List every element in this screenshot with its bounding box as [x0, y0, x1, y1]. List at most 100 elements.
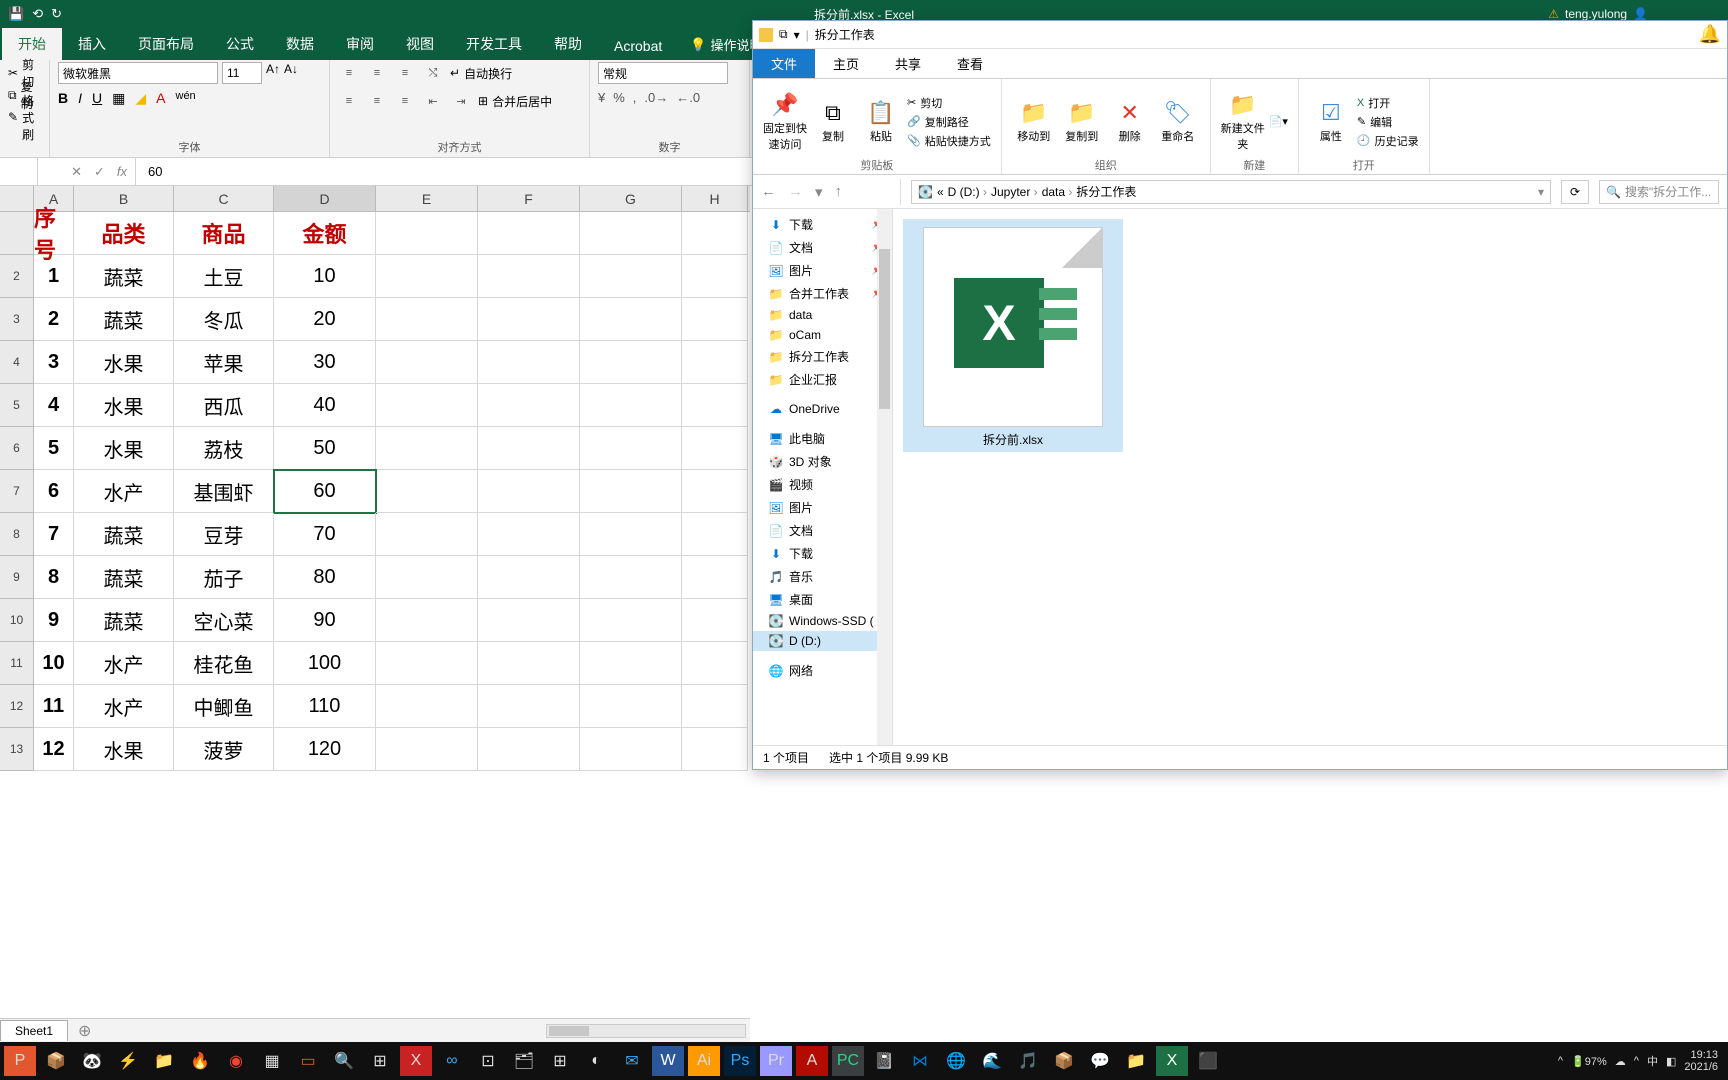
new-sheet-button[interactable]: ⊕: [68, 1021, 101, 1041]
cell[interactable]: 蔬菜: [74, 513, 174, 556]
cell[interactable]: [376, 212, 478, 255]
user-avatar-icon[interactable]: 👤: [1633, 7, 1648, 21]
cell[interactable]: 20: [274, 298, 376, 341]
row-header[interactable]: 12: [0, 685, 34, 728]
tab-review[interactable]: 审阅: [330, 28, 390, 60]
redo-icon[interactable]: ↻: [51, 6, 62, 22]
cell[interactable]: 蔬菜: [74, 599, 174, 642]
explorer-nav-pane[interactable]: ⬇下载📌📄文档📌🖼图片📌📁合并工作表📌📁data📁oCam📁拆分工作表📁企业汇报…: [753, 209, 893, 745]
nav-item[interactable]: 🎬视频: [753, 473, 892, 496]
qat-icon[interactable]: ▾: [794, 28, 800, 42]
taskbar-app-icon[interactable]: ⚡: [112, 1046, 144, 1076]
percent-format-icon[interactable]: %: [613, 90, 625, 105]
row-header[interactable]: 6: [0, 427, 34, 470]
battery-icon[interactable]: 🔋97%: [1571, 1055, 1607, 1068]
decrease-indent-icon[interactable]: ⇤: [422, 90, 444, 112]
cell[interactable]: [682, 427, 748, 470]
sheet-tab[interactable]: Sheet1: [0, 1020, 68, 1041]
increase-font-icon[interactable]: A↑: [266, 62, 280, 84]
cell[interactable]: [580, 642, 682, 685]
cell[interactable]: 西瓜: [174, 384, 274, 427]
explorer-taskbar-icon[interactable]: 📁: [1120, 1046, 1152, 1076]
nav-network[interactable]: 🌐网络: [753, 659, 892, 682]
cell[interactable]: [478, 685, 580, 728]
cell[interactable]: 10: [274, 255, 376, 298]
properties-button[interactable]: ☑属性: [1307, 83, 1355, 160]
number-format-select[interactable]: 常规: [598, 62, 728, 84]
font-size-select[interactable]: 11: [222, 62, 262, 84]
taskbar-app-icon[interactable]: Pr: [760, 1046, 792, 1076]
forward-button[interactable]: →: [788, 183, 803, 201]
open-button[interactable]: X打开: [1357, 95, 1419, 111]
tray-icon[interactable]: ☁: [1615, 1055, 1626, 1068]
cell[interactable]: [478, 728, 580, 771]
cell[interactable]: [478, 384, 580, 427]
explorer-tab-home[interactable]: 主页: [815, 49, 877, 78]
taskbar-app-icon[interactable]: ◉: [220, 1046, 252, 1076]
pin-button[interactable]: 📌固定到快速访问: [761, 83, 809, 160]
cell[interactable]: 4: [34, 384, 74, 427]
cell[interactable]: [376, 384, 478, 427]
formula-input[interactable]: 60: [136, 164, 174, 179]
cell[interactable]: 90: [274, 599, 376, 642]
cell[interactable]: 豆芽: [174, 513, 274, 556]
align-top-icon[interactable]: ≡: [338, 62, 360, 84]
select-all-corner[interactable]: [0, 186, 34, 211]
cell[interactable]: 10: [34, 642, 74, 685]
cell[interactable]: [376, 599, 478, 642]
decrease-font-icon[interactable]: A↓: [284, 62, 298, 84]
cell[interactable]: 水果: [74, 384, 174, 427]
cell[interactable]: 120: [274, 728, 376, 771]
format-painter-button[interactable]: ✎格式刷: [8, 106, 41, 128]
taskbar-app-icon[interactable]: ▦: [256, 1046, 288, 1076]
row-header[interactable]: 5: [0, 384, 34, 427]
nav-item[interactable]: 🖥桌面: [753, 588, 892, 611]
tab-view[interactable]: 视图: [390, 28, 450, 60]
ime-indicator[interactable]: 中: [1647, 1053, 1658, 1069]
taskbar-app-icon[interactable]: W: [652, 1046, 684, 1076]
cell[interactable]: 9: [34, 599, 74, 642]
nav-scrollbar[interactable]: [877, 209, 892, 745]
nav-this-pc[interactable]: 🖥此电脑: [753, 427, 892, 450]
name-box[interactable]: [0, 158, 38, 185]
cell[interactable]: 11: [34, 685, 74, 728]
bold-button[interactable]: B: [58, 90, 68, 107]
cell[interactable]: [376, 513, 478, 556]
cell[interactable]: [580, 341, 682, 384]
row-header[interactable]: 2: [0, 255, 34, 298]
row-header[interactable]: 7: [0, 470, 34, 513]
back-button[interactable]: ←: [761, 183, 776, 201]
cell[interactable]: [682, 728, 748, 771]
paste-shortcut-button[interactable]: 📎粘贴快捷方式: [907, 133, 991, 149]
taskbar-app-icon[interactable]: 📁: [148, 1046, 180, 1076]
cell[interactable]: 2: [34, 298, 74, 341]
cell[interactable]: 8: [34, 556, 74, 599]
cell[interactable]: 1: [34, 255, 74, 298]
taskbar-app-icon[interactable]: 📦: [1048, 1046, 1080, 1076]
orientation-icon[interactable]: ⤭: [422, 62, 444, 84]
cell[interactable]: 苹果: [174, 341, 274, 384]
increase-decimal-icon[interactable]: .0→: [644, 90, 668, 105]
new-folder-button[interactable]: 📁新建文件夹: [1219, 83, 1267, 160]
cell[interactable]: [478, 470, 580, 513]
nav-item[interactable]: 📁企业汇报: [753, 368, 892, 391]
taskbar-app-icon[interactable]: X: [400, 1046, 432, 1076]
cell[interactable]: 70: [274, 513, 376, 556]
tab-page-layout[interactable]: 页面布局: [122, 28, 210, 60]
copy-button[interactable]: ⧉复制: [809, 83, 857, 160]
cell[interactable]: [682, 298, 748, 341]
taskbar-app-icon[interactable]: ⊡: [472, 1046, 504, 1076]
tray-icon[interactable]: ^: [1634, 1055, 1639, 1067]
taskbar-app-icon[interactable]: ∞: [436, 1046, 468, 1076]
nav-item[interactable]: 📁data: [753, 305, 892, 325]
taskbar-app-icon[interactable]: 💬: [1084, 1046, 1116, 1076]
wrap-text-button[interactable]: ↵自动换行: [450, 62, 512, 84]
tab-data[interactable]: 数据: [270, 28, 330, 60]
cell[interactable]: 100: [274, 642, 376, 685]
cell[interactable]: 荔枝: [174, 427, 274, 470]
cell[interactable]: 水果: [74, 341, 174, 384]
nav-item[interactable]: 📁合并工作表📌: [753, 282, 892, 305]
taskbar-app-icon[interactable]: ◐: [580, 1046, 612, 1076]
breadcrumb[interactable]: D (D:): [948, 185, 987, 199]
merge-center-button[interactable]: ⊞合并后居中: [478, 90, 552, 112]
